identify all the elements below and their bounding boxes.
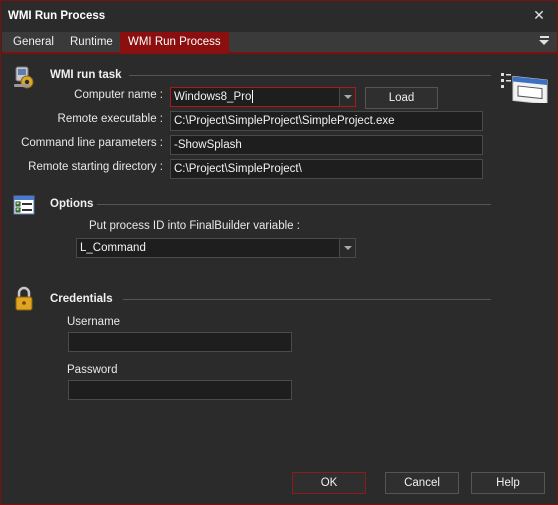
remote-dir-label: Remote starting directory : [28, 161, 163, 173]
command-line-field[interactable]: -ShowSplash [170, 135, 483, 155]
padlock-icon [15, 286, 33, 311]
cancel-button[interactable]: Cancel [385, 472, 459, 494]
process-id-value: L_Command [80, 242, 146, 254]
remote-dir-field[interactable]: C:\Project\SimpleProject\ [170, 159, 483, 179]
computer-name-combobox[interactable]: Windows8_Pro [170, 87, 356, 107]
username-label: Username [67, 316, 121, 328]
remote-executable-label: Remote executable : [57, 113, 163, 125]
credentials-title: Credentials [50, 293, 113, 305]
options-title: Options [50, 198, 94, 210]
computer-name-value: Windows8_Pro [174, 91, 252, 103]
section-divider [129, 75, 491, 76]
wmi-run-task-title: WMI run task [50, 69, 122, 81]
computer-name-label: Computer name : [74, 89, 163, 101]
remote-executable-field[interactable]: C:\Project\SimpleProject\SimpleProject.e… [170, 111, 483, 131]
command-line-label: Command line parameters : [21, 137, 163, 149]
load-button[interactable]: Load [365, 87, 438, 109]
title-bar: WMI Run Process ✕ [1, 1, 557, 31]
tab-menu-icon[interactable] [537, 34, 551, 48]
tab-general[interactable]: General [5, 32, 62, 54]
window-title: WMI Run Process [8, 10, 106, 22]
chevron-down-icon[interactable] [339, 239, 355, 257]
process-id-label: Put process ID into FinalBuilder variabl… [89, 220, 300, 232]
tab-wmi-run-process[interactable]: WMI Run Process [120, 32, 229, 54]
checklist-icon [13, 195, 35, 215]
close-icon[interactable]: ✕ [531, 7, 547, 23]
section-divider [123, 299, 491, 300]
wmi-run-process-dialog: WMI Run Process ✕ General Runtime WMI Ru… [0, 0, 558, 505]
window-run-icon [501, 73, 548, 103]
section-divider [97, 204, 491, 205]
gear-computer-icon [14, 66, 34, 89]
password-label: Password [67, 364, 118, 376]
tab-runtime[interactable]: Runtime [62, 32, 121, 54]
chevron-down-icon[interactable] [339, 88, 355, 106]
dialog-footer: OK Cancel Help [2, 466, 557, 504]
password-field[interactable] [68, 380, 292, 400]
ok-button[interactable]: OK [292, 472, 366, 494]
help-button[interactable]: Help [471, 472, 545, 494]
process-id-combobox[interactable]: L_Command [76, 238, 356, 258]
tab-strip: General Runtime WMI Run Process [2, 32, 557, 54]
username-field[interactable] [68, 332, 292, 352]
